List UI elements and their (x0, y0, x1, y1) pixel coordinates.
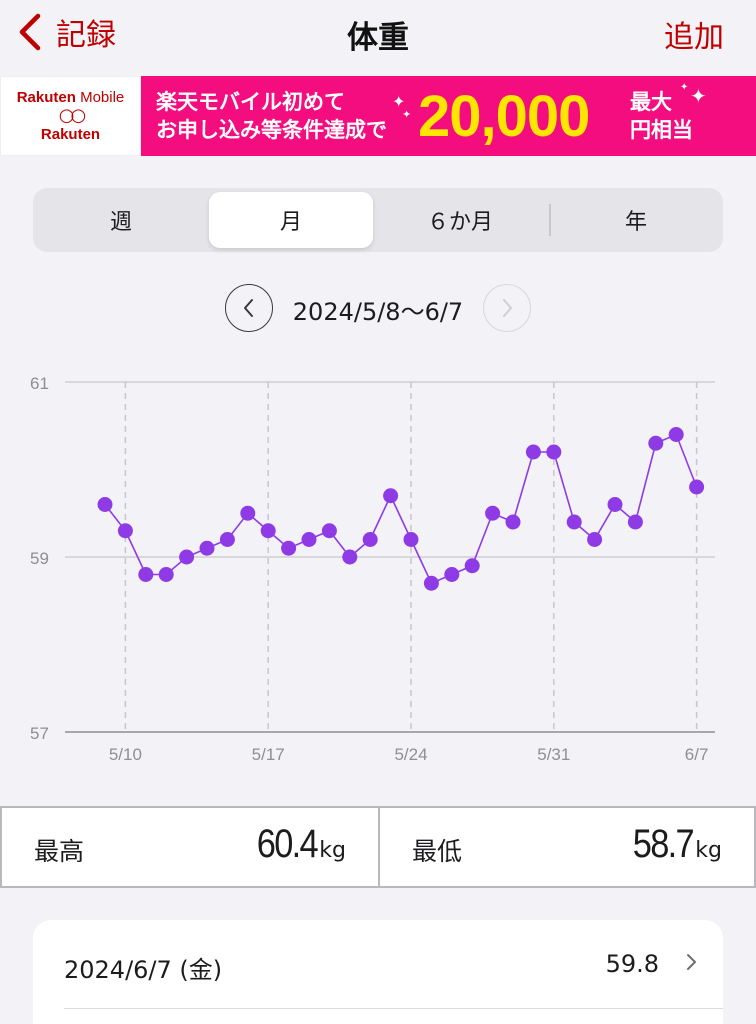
y-tick-label: 57 (30, 724, 49, 743)
data-point (444, 567, 460, 582)
data-point (301, 532, 317, 547)
data-point (689, 479, 705, 495)
sparkle-icon: ✦ (690, 84, 707, 108)
max-unit: kg (319, 838, 346, 863)
banner-suffix: 最大 円相当 (630, 88, 693, 144)
stats-panel: 最高 60.4kg 最低 58.7kg (0, 806, 756, 888)
banner-line2: お申し込み等条件達成で (156, 118, 387, 142)
x-tick-label: 5/31 (537, 745, 570, 764)
data-point (240, 505, 256, 521)
logo-brand: Rakuten (16, 89, 76, 106)
banner-suffix-line2: 円相当 (630, 118, 693, 142)
rakuten-logo: Rakuten Mobile ○○ Rakuten (0, 76, 141, 156)
chevron-right-icon (503, 299, 512, 317)
x-tick-label: 5/17 (252, 745, 285, 764)
min-unit: kg (695, 838, 722, 863)
banner-amount: 20,000 (418, 84, 590, 149)
segment-6-months[interactable]: ６か月 (375, 192, 545, 248)
logo-bottom: Rakuten (40, 126, 101, 143)
segment-week[interactable]: 週 (37, 192, 205, 248)
y-tick-label: 59 (30, 549, 49, 568)
data-point (607, 497, 623, 512)
ad-banner[interactable]: Rakuten Mobile ○○ Rakuten 楽天モバイル初めて お申し込… (0, 76, 756, 156)
list-item[interactable]: 2024/6/7 (金) 59.8 (33, 920, 723, 1010)
banner-copy: 楽天モバイル初めて お申し込み等条件達成で (156, 88, 387, 144)
data-point (485, 505, 501, 521)
previous-period-button[interactable] (225, 284, 273, 332)
entry-date: 2024/6/7 (金) (64, 956, 223, 984)
row-divider (64, 1008, 723, 1009)
entry-value: 59.8 (605, 950, 659, 978)
data-point (648, 435, 664, 451)
segment-month[interactable]: 月 (209, 192, 373, 248)
data-point (138, 567, 154, 582)
x-tick-label: 5/24 (394, 745, 427, 764)
max-stat: 最高 60.4kg (0, 808, 378, 886)
data-point (423, 575, 439, 591)
data-point (505, 514, 521, 530)
x-tick-label: 6/7 (685, 745, 709, 764)
data-point (383, 488, 399, 504)
weight-series-line (104, 433, 698, 585)
data-point (403, 532, 419, 547)
chevron-left-icon (244, 299, 253, 317)
data-point (587, 532, 603, 547)
data-point (199, 540, 215, 556)
data-point (627, 514, 643, 530)
data-point (321, 523, 337, 539)
data-point (260, 523, 276, 539)
banner-line1: 楽天モバイル初めて (156, 90, 345, 114)
segment-year[interactable]: 年 (553, 192, 719, 248)
data-point (117, 523, 133, 539)
data-point (97, 497, 113, 512)
max-label: 最高 (34, 837, 85, 866)
sparkle-icon: ✦ (680, 82, 689, 93)
data-point (281, 540, 297, 556)
y-tick-label: 61 (30, 374, 49, 393)
date-range-nav: 2024/5/8〜6/7 (0, 284, 756, 332)
min-value: 58.7 (633, 822, 695, 866)
data-point (342, 549, 358, 565)
data-point (566, 514, 582, 530)
chevron-right-icon (687, 954, 696, 970)
infinity-icon: ○○ (58, 105, 86, 126)
nav-header: 記録 体重 追加 (0, 0, 756, 76)
data-point (179, 549, 195, 565)
add-button[interactable]: 追加 (664, 12, 724, 56)
min-label: 最低 (412, 837, 463, 866)
data-point (219, 532, 235, 547)
min-stat: 最低 58.7kg (378, 808, 756, 886)
data-point (362, 532, 378, 547)
segment-divider (549, 204, 551, 236)
page-title: 体重 (347, 20, 409, 56)
next-period-button[interactable] (483, 284, 531, 332)
data-point (525, 444, 541, 460)
logo-product: Mobile (75, 89, 125, 106)
x-tick-label: 5/10 (109, 745, 142, 764)
sparkle-icon: ✦ (402, 108, 412, 121)
period-segmented-control: 週 月 ６か月 年 (33, 188, 723, 252)
data-point (158, 567, 174, 582)
weight-line-chart: 57 59 61 5/10 5/17 5/24 5/31 6/7 (30, 374, 715, 764)
data-point (668, 427, 684, 442)
max-value: 60.4 (257, 822, 319, 866)
data-point (464, 558, 480, 574)
entry-list: 2024/6/7 (金) 59.8 (33, 920, 723, 1024)
data-point (546, 444, 562, 460)
date-range-label: 2024/5/8〜6/7 (292, 298, 464, 326)
